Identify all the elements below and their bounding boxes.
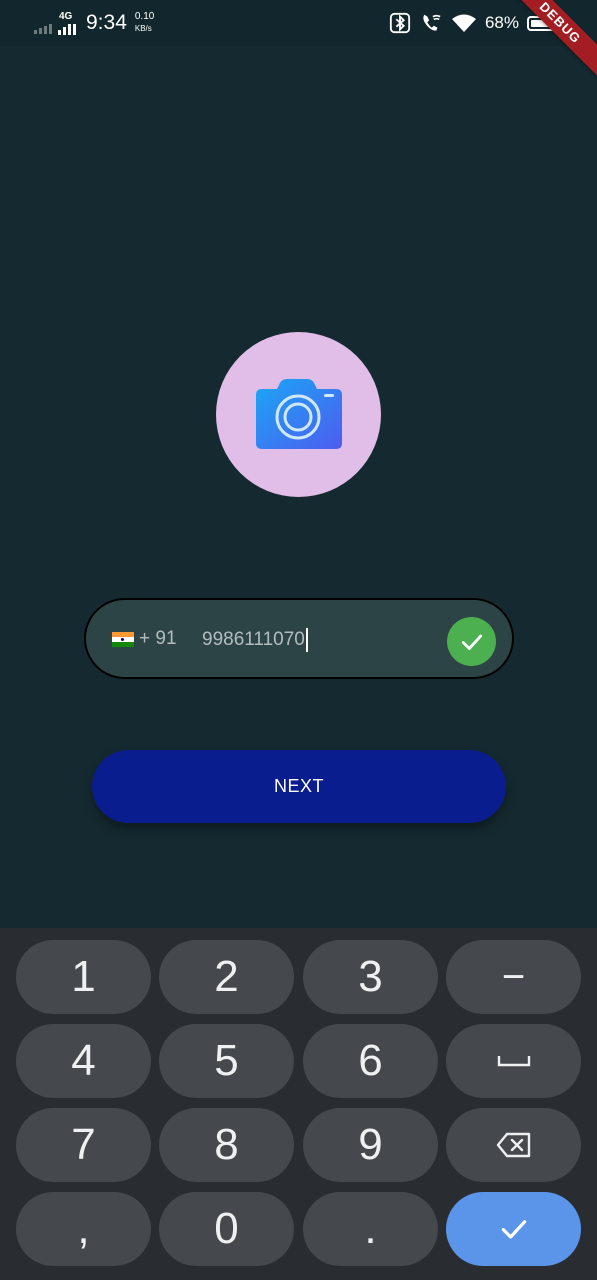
- key-space[interactable]: [446, 1024, 581, 1098]
- key-7[interactable]: 7: [16, 1108, 151, 1182]
- speed-value: 0.10: [134, 11, 155, 22]
- key-0[interactable]: 0: [159, 1192, 294, 1266]
- check-icon: [461, 634, 482, 650]
- key-9[interactable]: 9: [303, 1108, 438, 1182]
- key-6[interactable]: 6: [303, 1024, 438, 1098]
- country-code[interactable]: + 91: [139, 628, 177, 650]
- network-type: 4G: [59, 11, 73, 22]
- key-4[interactable]: 4: [16, 1024, 151, 1098]
- wifi-icon: [451, 14, 476, 32]
- key-3[interactable]: 3: [303, 940, 438, 1014]
- key-2[interactable]: 2: [159, 940, 294, 1014]
- text-cursor: [305, 628, 308, 652]
- key-done[interactable]: [446, 1192, 581, 1266]
- india-flag-icon[interactable]: [112, 632, 134, 647]
- numeric-keyboard: 1 2 3 − 4 5 6 7 8 9 , 0 .: [0, 928, 597, 1280]
- status-left: 4G 9:34 0.10 KB/s: [34, 8, 154, 38]
- phone-number-value: 9986111070: [202, 629, 305, 651]
- bluetooth-icon: [389, 12, 411, 34]
- status-bar: 4G 9:34 0.10 KB/s 68%: [0, 0, 597, 46]
- profile-photo-picker[interactable]: [216, 332, 381, 497]
- key-period[interactable]: .: [303, 1192, 438, 1266]
- speed-unit: KB/s: [134, 24, 152, 33]
- key-1[interactable]: 1: [16, 940, 151, 1014]
- key-5[interactable]: 5: [159, 1024, 294, 1098]
- key-8[interactable]: 8: [159, 1108, 294, 1182]
- battery-percentage: 68%: [484, 13, 519, 32]
- phone-number-field[interactable]: + 91 9986111070: [84, 598, 514, 679]
- backspace-icon: [496, 1132, 530, 1158]
- clock: 9:34: [86, 11, 127, 34]
- wifi-calling-icon: [423, 14, 441, 31]
- mobile-data-icon: 4G: [58, 9, 80, 37]
- key-backspace[interactable]: [446, 1108, 581, 1182]
- network-speed: 0.10 KB/s: [135, 11, 154, 35]
- key-comma[interactable]: ,: [16, 1192, 151, 1266]
- space-icon: [497, 1056, 530, 1067]
- valid-check-badge: [447, 617, 496, 666]
- next-button[interactable]: NEXT: [92, 750, 506, 823]
- key-minus[interactable]: −: [446, 940, 581, 1014]
- checkmark-icon: [501, 1220, 526, 1239]
- camera-icon: [255, 378, 342, 449]
- signal-strength-icon: [34, 20, 52, 34]
- phone-number-input[interactable]: 9986111070: [202, 628, 308, 652]
